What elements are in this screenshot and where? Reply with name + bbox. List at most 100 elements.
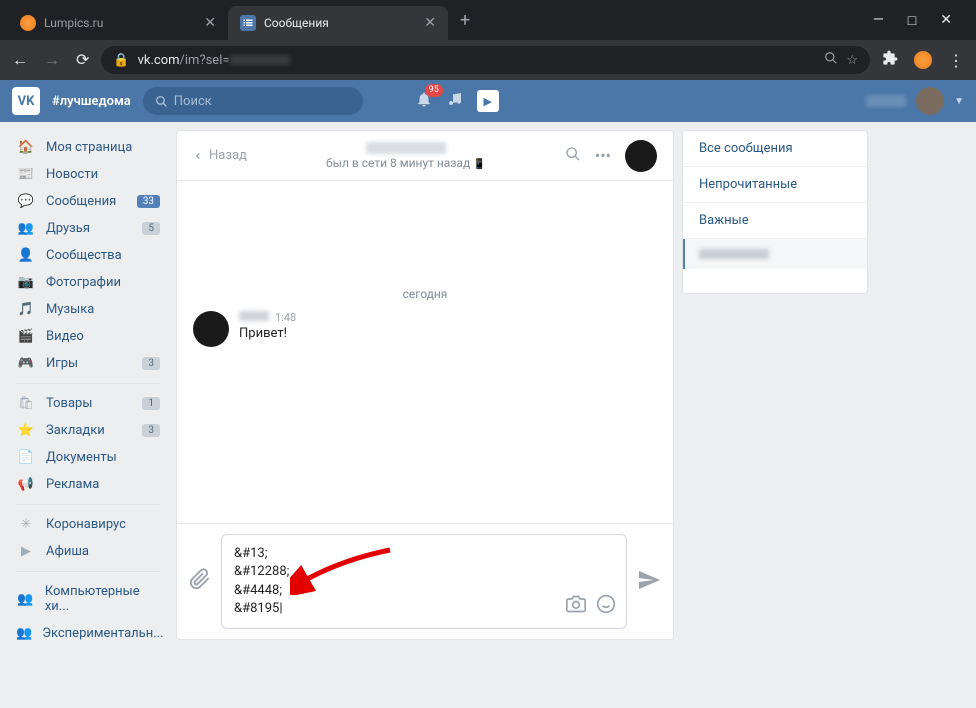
sidebar-label: Товары [46,396,92,411]
sidebar-label: Реклама [46,477,99,492]
new-tab-button[interactable]: + [448,10,482,31]
extension-orange-icon[interactable] [914,51,932,69]
window-close-button[interactable]: ✕ [940,12,952,29]
sidebar-item-messages[interactable]: 💬 Сообщения 33 [8,188,168,215]
send-button[interactable] [637,568,661,596]
sidebar-label: Музыка [46,302,94,317]
sidebar-label: Сообщения [46,194,116,209]
filter-all-messages[interactable]: Все сообщения [683,131,867,167]
url-path: /im?sel= [180,53,230,68]
vk-logo[interactable]: VK [12,87,40,115]
browser-toolbar: ← → ⟳ 🔒 vk.com/im?sel= ☆ ⋮ [0,40,976,80]
browser-titlebar: Lumpics.ru ✕ Сообщения ✕ + — □ ✕ [0,0,976,40]
sidebar-label: Игры [46,356,78,371]
badge: 1 [142,397,160,410]
browser-menu-icon[interactable]: ⋮ [948,51,964,70]
attach-icon[interactable] [189,568,211,595]
group-icon: 👥 [16,592,35,607]
vk-hashtag[interactable]: #лучшедома [52,94,131,109]
chat-search-icon[interactable] [565,146,581,166]
music-note-icon[interactable] [447,91,463,111]
filter-selected-blurred[interactable] [683,239,867,269]
sidebar-item-afisha[interactable]: ▶Афиша [8,538,168,565]
sidebar-item-docs[interactable]: 📄 Документы [8,444,168,471]
sidebar-label: Экспериментальн... [42,626,163,641]
shop-icon: 🛍 [16,396,36,411]
video-icon: 🎬 [16,329,36,344]
filter-important[interactable]: Важные [683,203,867,239]
chat-more-icon[interactable]: ••• [595,146,611,165]
input-line: &#12288; [234,563,614,581]
sidebar-item-shop[interactable]: 🛍 Товары 1 [8,390,168,417]
search-in-page-icon[interactable] [824,51,838,69]
address-bar[interactable]: 🔒 vk.com/im?sel= ☆ [101,46,870,74]
input-line: &#8195 [234,600,614,618]
docs-icon: 📄 [16,450,36,465]
notifications-icon[interactable]: 95 [415,90,433,112]
sidebar-item-computer-tricks[interactable]: 👥 Компьютерные хи... [8,578,168,620]
window-maximize-button[interactable]: □ [908,12,916,29]
chat-peer-avatar[interactable] [625,140,657,172]
sidebar-item-communities[interactable]: 👤Сообщества [8,242,168,269]
sidebar-item-music[interactable]: 🎵 Музыка [8,296,168,323]
messages-filter-panel: Все сообщения Непрочитанные Важные [682,130,868,294]
forward-button[interactable]: → [44,50,60,70]
sidebar-item-my-page[interactable]: 🏠Моя страница [8,134,168,161]
music-icon: 🎵 [16,302,36,317]
reload-button[interactable]: ⟳ [76,50,89,70]
badge: 3 [142,424,160,437]
filter-unread[interactable]: Непрочитанные [683,167,867,203]
sidebar-label: Фотографии [46,275,121,290]
sidebar-item-experimental[interactable]: 👥 Экспериментальн... [8,620,168,647]
sidebar-label: Видео [46,329,84,344]
input-line: &#4448; [234,582,614,600]
sidebar-item-coronavirus[interactable]: ✳Коронавирус [8,511,168,538]
sidebar-label: Документы [46,450,117,465]
sidebar-item-video[interactable]: 🎬 Видео [8,323,168,350]
sidebar-item-games[interactable]: 🎮Игры3 [8,350,168,377]
emoji-icon[interactable] [596,594,616,618]
message-input[interactable]: &#13; &#12288; &#4448; &#8195 [221,534,627,629]
sidebar-item-ads[interactable]: 📢Реклама [8,471,168,498]
camera-icon[interactable] [566,594,586,618]
badge: 33 [137,195,160,208]
sidebar-label: Компьютерные хи... [45,584,160,614]
tab-close-icon[interactable]: ✕ [424,15,436,31]
photo-icon: 📷 [16,275,36,290]
window-minimize-button[interactable]: — [873,12,884,29]
favicon-vk [240,15,256,31]
bookmark-icon: ⭐ [16,423,36,438]
browser-tab-lumpics[interactable]: Lumpics.ru ✕ [8,6,228,40]
group-icon: 👥 [16,626,32,641]
home-icon: 🏠 [16,140,36,155]
sidebar-item-bookmarks[interactable]: ⭐Закладки3 [8,417,168,444]
message-icon: 💬 [16,194,36,209]
sidebar-label: Коронавирус [46,517,126,532]
bookmark-star-icon[interactable]: ☆ [846,53,858,68]
groups-icon: 👤 [16,248,36,263]
message-avatar[interactable] [193,311,229,347]
back-button[interactable]: ← [12,50,28,70]
user-avatar[interactable] [916,87,944,115]
sidebar-item-news[interactable]: 📰Новости [8,161,168,188]
browser-tab-vk-messages[interactable]: Сообщения ✕ [228,6,448,40]
url-host: vk.com [138,53,180,68]
chat-peer-name-blurred [366,142,446,154]
tab-close-icon[interactable]: ✕ [204,15,216,31]
vk-search-input[interactable]: Поиск [143,87,363,115]
sidebar-item-photos[interactable]: 📷 Фотографии [8,269,168,296]
extensions-icon[interactable] [882,50,898,70]
sidebar-item-friends[interactable]: 👥Друзья5 [8,215,168,242]
badge: 5 [142,222,160,235]
back-label: Назад [209,148,247,163]
message-time: 1:48 [275,311,296,324]
chat-back-button[interactable]: Назад [193,148,247,163]
tab-title: Сообщения [264,16,329,30]
play-button-icon[interactable]: ▶ [477,90,499,112]
favicon-lumpics [20,15,36,31]
message-text: Привет! [239,326,296,341]
vk-header: VK #лучшедома Поиск 95 ▶ ▼ [0,80,976,122]
chevron-down-icon[interactable]: ▼ [954,96,964,107]
message-author-blurred [239,311,269,321]
sidebar-label: Афиша [46,544,89,559]
